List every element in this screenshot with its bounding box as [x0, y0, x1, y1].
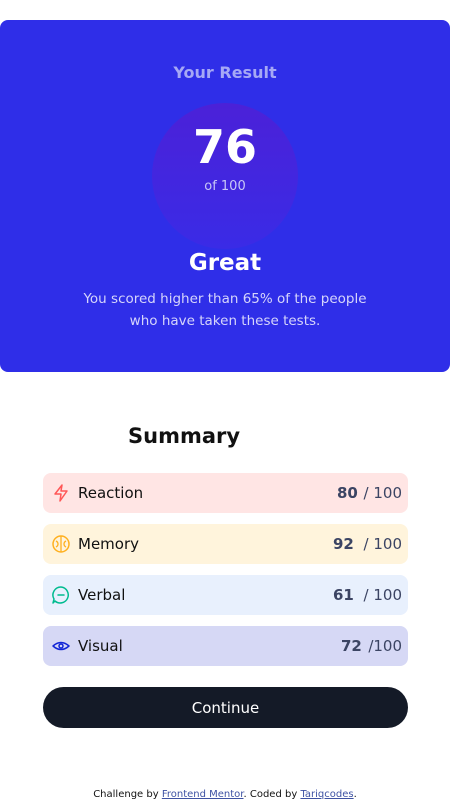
summary-item-verbal: Verbal 61 / 100	[43, 575, 408, 615]
summary-title: Summary	[128, 424, 241, 448]
summary-item-label: Reaction	[78, 484, 144, 502]
summary-item-max: / 100	[363, 535, 402, 553]
score-circle: 76 of 100	[152, 103, 298, 249]
score-value: 76	[192, 120, 257, 174]
grade-title: Great	[188, 250, 262, 276]
score-of-label: of 100	[204, 179, 246, 194]
brain-icon	[51, 534, 71, 554]
summary-item-score: 61	[333, 586, 354, 604]
lightning-icon	[51, 483, 71, 503]
attribution-middle: . Coded by	[243, 789, 301, 800]
summary-item-max: /100	[368, 637, 402, 655]
attribution-suffix: .	[353, 789, 357, 800]
continue-button[interactable]: Continue	[43, 687, 408, 728]
result-card: Your Result 76 of 100 Great You scored h…	[0, 20, 450, 372]
result-heading: Your Result	[173, 63, 277, 82]
frontend-mentor-link[interactable]: Frontend Mentor	[162, 789, 244, 800]
summary-item-label: Visual	[78, 637, 123, 655]
summary-item-score: 80	[337, 484, 358, 502]
summary-item-label: Verbal	[78, 586, 126, 604]
eye-icon	[51, 636, 71, 656]
summary-item-max: / 100	[363, 586, 402, 604]
attribution: Challenge by Frontend Mentor. Coded by T…	[0, 789, 450, 800]
summary-list: Reaction 80 / 100 Memory 92 / 100 Verbal…	[43, 473, 408, 677]
result-description: You scored higher than 65% of the people…	[83, 291, 367, 329]
attribution-prefix: Challenge by	[93, 789, 162, 800]
summary-item-visual: Visual 72 /100	[43, 626, 408, 666]
summary-item-label: Memory	[78, 535, 140, 553]
summary-item-score: 72	[341, 637, 362, 655]
chat-bubble-icon	[51, 585, 71, 605]
summary-item-memory: Memory 92 / 100	[43, 524, 408, 564]
summary-item-reaction: Reaction 80 / 100	[43, 473, 408, 513]
summary-item-max: / 100	[363, 484, 402, 502]
summary-item-score: 92	[333, 535, 354, 553]
author-link[interactable]: Tariqcodes	[300, 789, 353, 800]
